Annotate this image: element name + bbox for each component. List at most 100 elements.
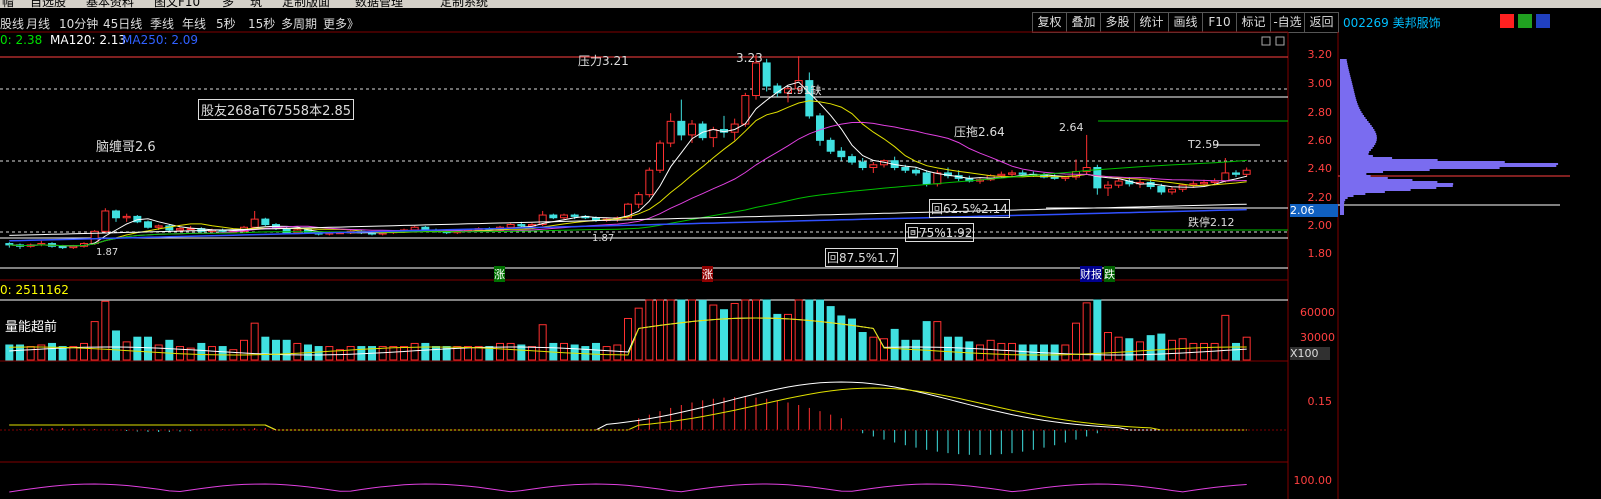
candle-body (570, 214, 579, 217)
volume-bar (1232, 342, 1240, 361)
volume-bar (112, 330, 120, 361)
volume-bar (80, 342, 88, 361)
candle-body (826, 139, 835, 152)
candle-body (506, 224, 515, 228)
candle-body (1061, 176, 1070, 179)
volume-bar (752, 299, 760, 361)
volume-bar (602, 346, 611, 361)
candle-body (1242, 169, 1251, 175)
candle-body (1210, 180, 1219, 183)
volume-bar (1082, 302, 1091, 361)
ma5-line (9, 81, 1247, 247)
candle-body (698, 123, 707, 139)
candle-body (112, 210, 120, 219)
volume-bar (506, 342, 515, 361)
volume-bar (794, 299, 803, 361)
price-tick: 3.20 (1307, 48, 1333, 61)
candle-body (69, 245, 78, 249)
volume-bar (1146, 335, 1155, 361)
fall-tag[interactable]: 跌 (1104, 266, 1115, 282)
volume-bar (1018, 344, 1027, 361)
candle-body (848, 156, 856, 163)
candle-body (709, 128, 718, 139)
volume-bar (69, 346, 78, 361)
low2-label: 1.87 (592, 233, 615, 244)
volume-bar (720, 309, 728, 361)
volume-bar (613, 344, 622, 361)
candle-body (869, 164, 878, 169)
volume-bar (496, 342, 504, 361)
diamond-icon (1261, 36, 1271, 46)
candle-body (1157, 186, 1166, 193)
volume-title: 量能超前 (5, 320, 58, 335)
rise-tag-2[interactable]: 涨 (702, 266, 713, 282)
volume-bar (400, 346, 408, 361)
volume-bar (762, 299, 771, 361)
candle-body (1008, 172, 1016, 175)
volume-bar (1093, 299, 1102, 361)
volume-bar (976, 344, 984, 361)
volume-bar (346, 346, 355, 361)
pressure-label: 压力3.21 (578, 54, 629, 68)
limit-down-label: 跌停2.12 (1188, 216, 1235, 229)
candle-body (1168, 188, 1176, 193)
report-tag[interactable]: 财报 (1080, 266, 1102, 282)
high2-label: 2.64 (1059, 121, 1084, 134)
candle-body (688, 123, 696, 136)
volume-bar (293, 342, 302, 361)
press-hold-label: 压拖2.64 (954, 125, 1005, 139)
candle-body (901, 167, 910, 171)
volume-bar (880, 338, 888, 361)
candle-body (645, 169, 654, 196)
candle-body (762, 62, 771, 87)
volume-bar (1050, 344, 1059, 361)
candle-body (250, 218, 259, 228)
rise-tag[interactable]: 涨 (494, 266, 505, 282)
volume-bar (1178, 338, 1187, 361)
volume-bar (1104, 332, 1112, 361)
volume-bar (389, 346, 398, 361)
candle-body (517, 224, 526, 227)
volume-bar (410, 342, 419, 361)
candle-body (560, 214, 568, 219)
volume-tick: 30000 (1300, 331, 1335, 344)
candle-body (1221, 172, 1230, 182)
candle-body (752, 62, 760, 97)
back625-label: 回62.5%2.14 (929, 199, 1010, 218)
volume-bar (709, 304, 718, 361)
volume-bar (1125, 338, 1134, 361)
volume-bar (805, 299, 814, 361)
volume-bar (421, 342, 430, 361)
volume-unit: X100 (1290, 347, 1330, 360)
flag-icon (1500, 14, 1514, 28)
gap-label: 2.91缺 (786, 84, 822, 97)
back875-label: 回87.5%1.7 (825, 248, 899, 267)
chart-canvas[interactable] (0, 0, 1601, 499)
volume-bar (1168, 339, 1176, 361)
candle-body (656, 142, 664, 171)
volume-bar (26, 346, 35, 361)
volume-bar (314, 346, 323, 361)
price-tick: 2.80 (1307, 106, 1333, 119)
high-label: 3.23 (736, 51, 763, 65)
volume-bar (784, 313, 792, 361)
volume-bar (933, 321, 942, 361)
volume-bar (698, 299, 707, 361)
candle-body (122, 215, 131, 219)
volume-bar (1008, 342, 1016, 361)
volume-bar (325, 346, 334, 361)
volume-bar (741, 299, 750, 361)
volume-bar (261, 336, 270, 361)
volume-bar (538, 324, 547, 361)
brain-label: 脑缠哥2.6 (96, 140, 156, 155)
price-tick: 2.40 (1307, 162, 1333, 175)
volume-bar (560, 342, 568, 361)
candle-body (634, 194, 643, 205)
candle-body (933, 172, 942, 185)
volume-bar (965, 341, 974, 361)
volume-bar (474, 346, 483, 361)
volume-bar (656, 299, 664, 361)
volume-bar (165, 339, 174, 361)
volume-bar (890, 328, 899, 361)
candle-body (912, 169, 920, 174)
